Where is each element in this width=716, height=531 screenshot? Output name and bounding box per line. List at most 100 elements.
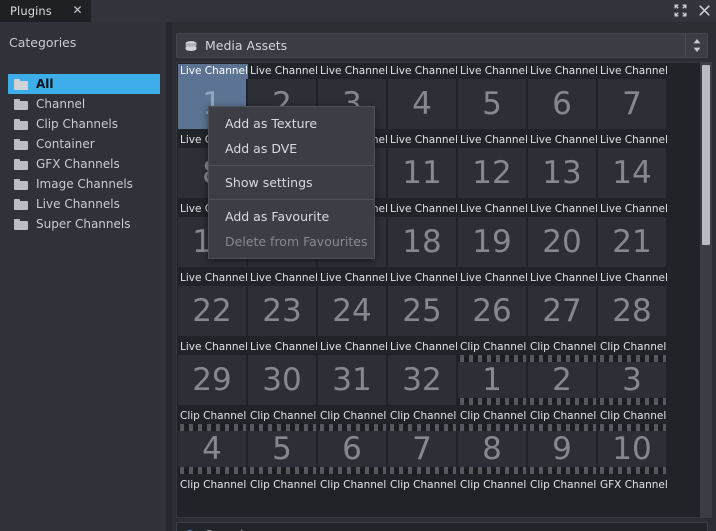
context-menu: Add as Texture Add as DVE Show settings Add… [208,106,375,259]
asset-tile[interactable]: Live Channel 6 [528,64,598,133]
expand-icon[interactable] [673,3,688,18]
sidebar-item-super-channels[interactable]: Super Channels [8,214,160,234]
asset-tile-number: 18 [402,223,442,260]
asset-tile-number: 1 [482,361,502,398]
clip-channel-thumbnail: 6 [318,424,386,474]
asset-tile[interactable]: Clip Channel [178,478,248,494]
context-menu-item-add-as-texture[interactable]: Add as Texture [209,111,374,136]
asset-tile[interactable]: Live Channel 7 [598,64,668,133]
sidebar-item-gfx-channels[interactable]: GFX Channels [8,154,160,174]
sidebar-item-clip-channels[interactable]: Clip Channels [8,114,160,134]
asset-tile[interactable]: Live Channel 19 [458,202,528,271]
asset-tile[interactable]: Clip Channel 2 [528,340,598,409]
asset-tile[interactable]: Clip Channel [458,478,528,494]
sidebar-item-channel[interactable]: Channel [8,94,160,114]
sidebar-item-container[interactable]: Container [8,134,160,154]
asset-tile-number: 10 [612,430,652,467]
asset-tile-number: 12 [472,154,512,191]
live-channel-thumbnail: 28 [598,286,666,336]
clip-channel-thumbnail: 4 [178,424,246,474]
context-menu-separator [209,165,374,166]
clip-channel-thumbnail: 9 [528,424,596,474]
asset-tile[interactable]: Live Channel 25 [388,271,458,340]
asset-tile-label: Clip Channel [250,410,317,422]
search-box[interactable] [176,522,708,531]
asset-tile[interactable]: GFX Channel [598,478,668,494]
asset-tile[interactable]: Live Channel 32 [388,340,458,409]
asset-tile[interactable]: Live Channel 12 [458,133,528,202]
asset-tile[interactable]: Live Channel 5 [458,64,528,133]
tab-close-icon[interactable]: ✕ [71,4,84,17]
tab-plugins[interactable]: Plugins ✕ [0,0,91,22]
sidebar-item-label: All [36,77,54,91]
asset-tile[interactable]: Clip Channel [318,478,388,494]
context-menu-item-show-settings[interactable]: Show settings [209,170,374,195]
close-icon[interactable] [697,3,712,18]
clip-channel-thumbnail: 1 [458,355,526,405]
search-input[interactable] [205,527,707,531]
sidebar-item-live-channels[interactable]: Live Channels [8,194,160,214]
asset-tile[interactable]: Live Channel 28 [598,271,668,340]
asset-tile-number: 5 [272,430,292,467]
asset-tile[interactable]: Live Channel 24 [318,271,388,340]
asset-tile[interactable]: Live Channel 21 [598,202,668,271]
asset-tile[interactable]: Live Channel 13 [528,133,598,202]
sidebar-item-image-channels[interactable]: Image Channels [8,174,160,194]
folder-icon [14,218,28,230]
asset-tile[interactable]: Clip Channel [248,478,318,494]
grid-scrollbar-thumb[interactable] [702,65,710,245]
asset-tile-number: 7 [412,430,432,467]
asset-tile[interactable]: Live Channel 18 [388,202,458,271]
asset-tile[interactable]: Clip Channel [528,478,598,494]
folder-icon [14,118,28,130]
asset-tile[interactable]: Clip Channel [388,478,458,494]
asset-tile-number: 4 [202,430,222,467]
up-down-arrows-icon[interactable] [685,34,707,57]
live-channel-thumbnail: 29 [178,355,246,405]
media-assets-title: Media Assets [205,38,288,53]
sidebar-item-all[interactable]: All [8,74,160,94]
asset-tile[interactable]: Clip Channel 7 [388,409,458,478]
asset-tile[interactable]: Clip Channel 6 [318,409,388,478]
media-assets-selector[interactable]: Media Assets [176,33,708,58]
asset-tile[interactable]: Live Channel 30 [248,340,318,409]
asset-tile-label: GFX Channel [600,479,668,491]
asset-tile[interactable]: Clip Channel 10 [598,409,668,478]
context-menu-item-add-as-favourite[interactable]: Add as Favourite [209,204,374,229]
asset-tile[interactable]: Live Channel 27 [528,271,598,340]
context-menu-item-add-as-dve[interactable]: Add as DVE [209,136,374,161]
asset-tile-label: Clip Channel [320,479,387,491]
asset-tile-label: Live Channel [530,272,598,284]
asset-tile[interactable]: Clip Channel 4 [178,409,248,478]
grid-scrollbar[interactable] [700,62,712,518]
asset-tile[interactable]: Live Channel 26 [458,271,528,340]
live-channel-thumbnail: 18 [388,217,456,267]
asset-tile-label: Clip Channel [180,479,247,491]
tab-label: Plugins [10,4,52,18]
asset-tile-number: 25 [402,292,442,329]
asset-tile[interactable]: Clip Channel 8 [458,409,528,478]
asset-tile[interactable]: Live Channel 11 [388,133,458,202]
asset-tile-number: 8 [482,430,502,467]
asset-tile[interactable]: Live Channel 4 [388,64,458,133]
asset-tile-number: 28 [612,292,652,329]
asset-tile[interactable]: Live Channel 14 [598,133,668,202]
asset-tile[interactable]: Clip Channel 9 [528,409,598,478]
sidebar-item-label: Image Channels [36,177,133,191]
asset-tile[interactable]: Clip Channel 3 [598,340,668,409]
live-channel-thumbnail: 14 [598,148,666,198]
asset-tile[interactable]: Live Channel 22 [178,271,248,340]
asset-tile-label: Clip Channel [530,479,597,491]
asset-tile[interactable]: Live Channel 23 [248,271,318,340]
asset-tile[interactable]: Live Channel 20 [528,202,598,271]
asset-tile[interactable]: Clip Channel 1 [458,340,528,409]
asset-tile-label: Live Channel [180,341,248,353]
live-channel-thumbnail: 13 [528,148,596,198]
asset-tile[interactable]: Clip Channel 5 [248,409,318,478]
live-channel-thumbnail: 20 [528,217,596,267]
asset-tile-number: 22 [192,292,232,329]
asset-tile[interactable]: Live Channel 29 [178,340,248,409]
asset-tile-label: Live Channel [178,64,248,79]
asset-tile[interactable]: Live Channel 31 [318,340,388,409]
plugins-window: Plugins ✕ Categories All Channel Clip Ch… [0,0,716,531]
